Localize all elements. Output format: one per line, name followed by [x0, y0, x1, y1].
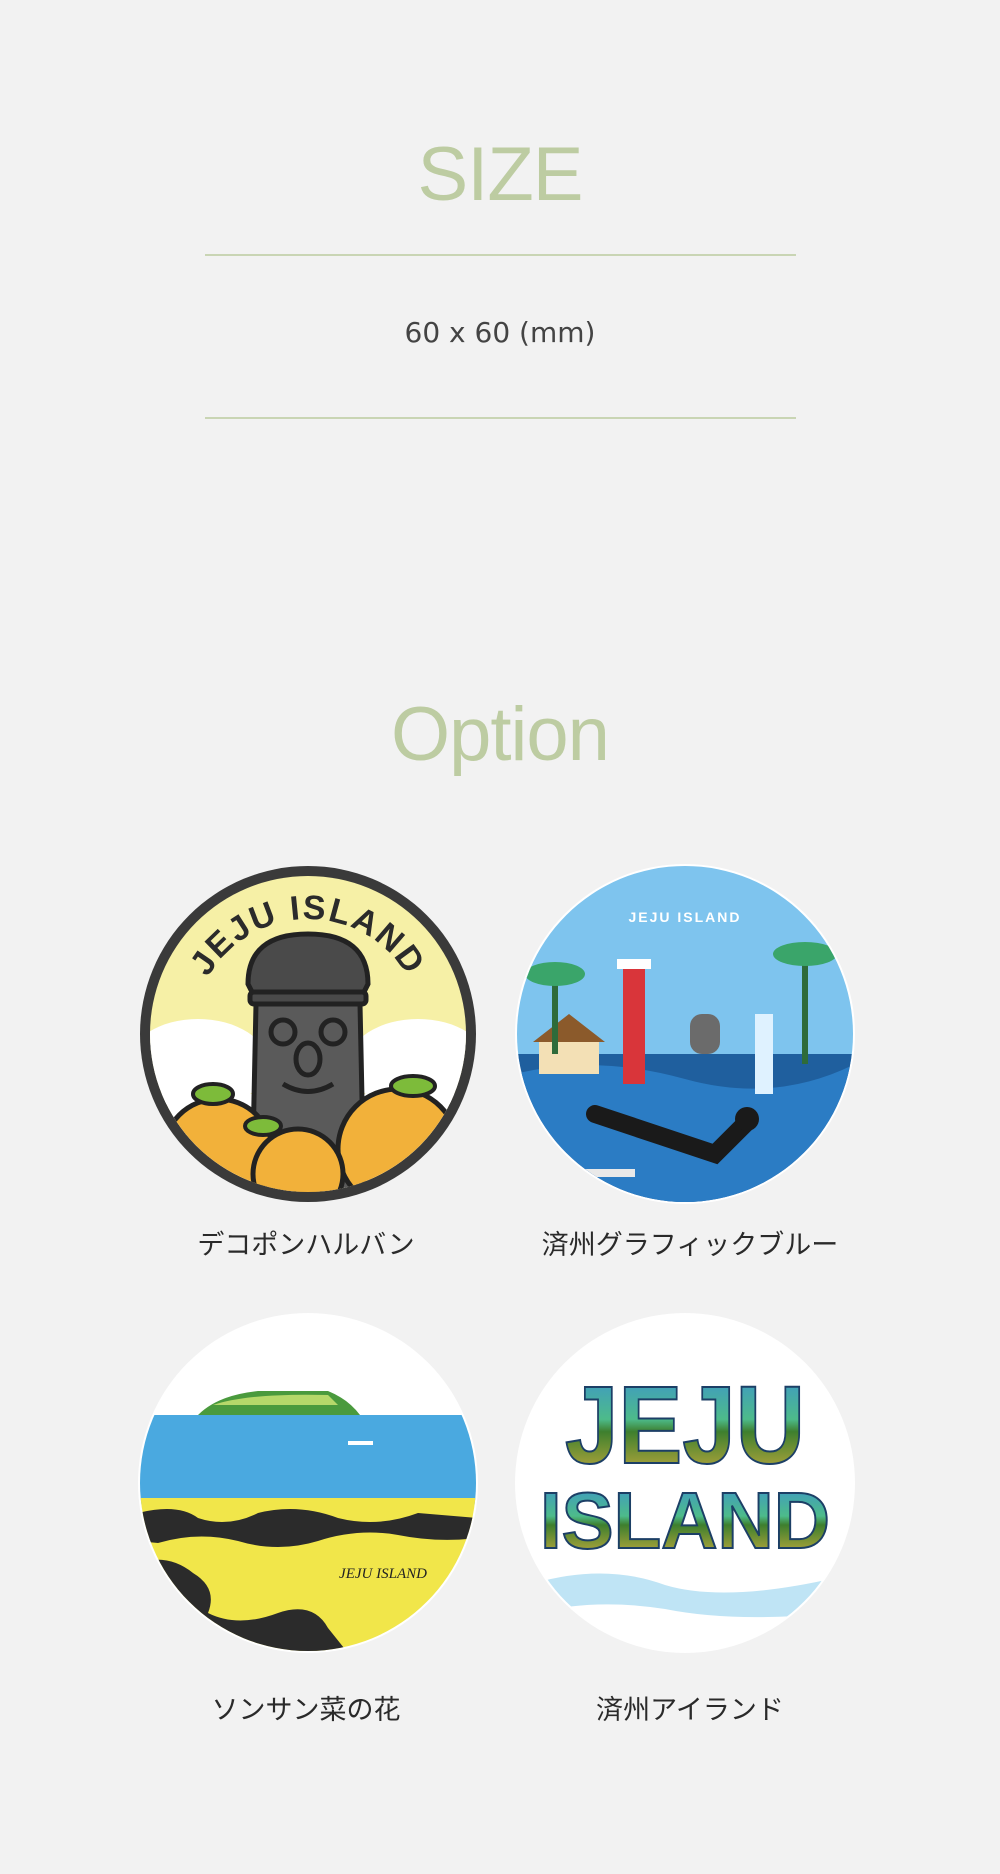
badge-3-text: JEJU ISLAND — [339, 1566, 427, 1582]
option-title: Option — [391, 692, 610, 777]
size-title: SIZE — [417, 132, 584, 217]
dekopon-harubang-badge[interactable]: JEJU ISLAND — [138, 864, 478, 1204]
option-label-jeju-island[interactable]: 済州アイランド — [490, 1688, 890, 1727]
badge-2-text: JEJU ISLAND — [628, 909, 741, 925]
option-label-jeju-graphic-blue[interactable]: 済州グラフィックブルー — [490, 1223, 890, 1262]
size-value: 60 x 60 (mm) — [404, 316, 596, 349]
option-label-dekopon-harubang[interactable]: デコポンハルバン — [106, 1223, 506, 1262]
size-divider-top — [205, 254, 796, 256]
size-divider-bottom — [205, 417, 796, 419]
badge-4-text-top: JEJU — [565, 1364, 805, 1487]
seongsan-canola-badge[interactable]: JEJU ISLAND — [138, 1313, 478, 1653]
badge-4-text-bottom: ISLAND — [540, 1476, 830, 1565]
jeju-island-badge[interactable]: JEJU ISLAND — [515, 1313, 855, 1653]
jeju-graphic-blue-badge[interactable]: JEJU ISLAND — [515, 864, 855, 1204]
option-label-seongsan-canola[interactable]: ソンサン菜の花 — [106, 1688, 506, 1727]
